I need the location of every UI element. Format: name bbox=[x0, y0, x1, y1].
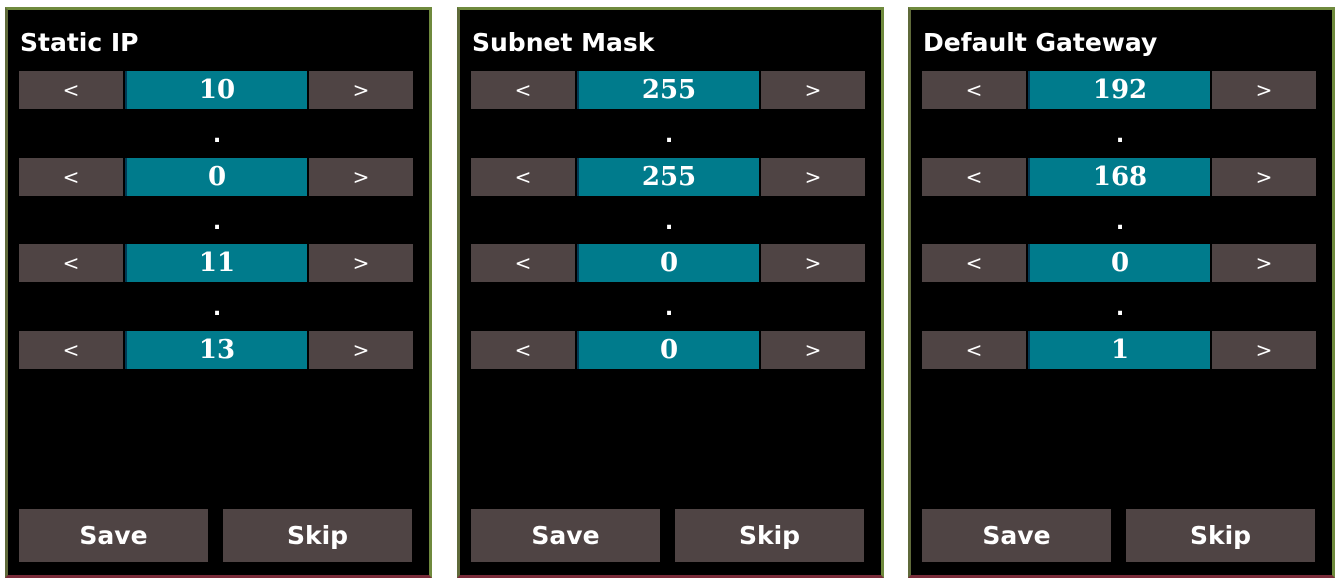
increment-button[interactable]: > bbox=[309, 331, 413, 369]
octet-row-2: < 168 > bbox=[922, 158, 1318, 196]
octet-row-2: < 255 > bbox=[471, 158, 867, 196]
octet-value: 1 bbox=[1028, 331, 1210, 369]
decrement-button[interactable]: < bbox=[471, 331, 575, 369]
octet-value: 11 bbox=[125, 244, 307, 282]
save-button[interactable]: Save bbox=[19, 509, 208, 562]
save-button[interactable]: Save bbox=[471, 509, 660, 562]
increment-button[interactable]: > bbox=[1212, 244, 1316, 282]
octet-row-4: < 1 > bbox=[922, 331, 1318, 369]
octet-value: 0 bbox=[125, 158, 307, 196]
panel-title: Subnet Mask bbox=[472, 28, 655, 57]
increment-button[interactable]: > bbox=[761, 331, 865, 369]
octet-row-3: < 0 > bbox=[471, 244, 867, 282]
octet-row-4: < 13 > bbox=[19, 331, 415, 369]
increment-button[interactable]: > bbox=[761, 158, 865, 196]
static-ip-panel: Static IP < 10 > . < 0 > . < 11 > . < 13… bbox=[5, 7, 432, 578]
increment-button[interactable]: > bbox=[309, 244, 413, 282]
increment-button[interactable]: > bbox=[309, 71, 413, 109]
decrement-button[interactable]: < bbox=[471, 158, 575, 196]
octet-separator: . bbox=[664, 210, 674, 235]
decrement-button[interactable]: < bbox=[922, 71, 1026, 109]
octet-separator: . bbox=[212, 210, 222, 235]
increment-button[interactable]: > bbox=[309, 158, 413, 196]
octet-value: 255 bbox=[577, 71, 759, 109]
panel-title: Static IP bbox=[20, 28, 139, 57]
octet-separator: . bbox=[664, 296, 674, 321]
subnet-mask-panel: Subnet Mask < 255 > . < 255 > . < 0 > . … bbox=[457, 7, 884, 578]
increment-button[interactable]: > bbox=[1212, 331, 1316, 369]
increment-button[interactable]: > bbox=[761, 244, 865, 282]
octet-separator: . bbox=[212, 123, 222, 148]
octet-separator: . bbox=[1115, 296, 1125, 321]
increment-button[interactable]: > bbox=[1212, 71, 1316, 109]
increment-button[interactable]: > bbox=[1212, 158, 1316, 196]
save-button[interactable]: Save bbox=[922, 509, 1111, 562]
increment-button[interactable]: > bbox=[761, 71, 865, 109]
decrement-button[interactable]: < bbox=[19, 331, 123, 369]
decrement-button[interactable]: < bbox=[922, 331, 1026, 369]
octet-row-3: < 0 > bbox=[922, 244, 1318, 282]
octet-row-2: < 0 > bbox=[19, 158, 415, 196]
octet-row-4: < 0 > bbox=[471, 331, 867, 369]
decrement-button[interactable]: < bbox=[471, 244, 575, 282]
skip-button[interactable]: Skip bbox=[223, 509, 412, 562]
decrement-button[interactable]: < bbox=[471, 71, 575, 109]
octet-separator: . bbox=[664, 123, 674, 148]
octet-value: 255 bbox=[577, 158, 759, 196]
octet-value: 192 bbox=[1028, 71, 1210, 109]
octet-value: 168 bbox=[1028, 158, 1210, 196]
octet-row-3: < 11 > bbox=[19, 244, 415, 282]
decrement-button[interactable]: < bbox=[19, 158, 123, 196]
decrement-button[interactable]: < bbox=[922, 244, 1026, 282]
skip-button[interactable]: Skip bbox=[675, 509, 864, 562]
octet-value: 13 bbox=[125, 331, 307, 369]
octet-separator: . bbox=[212, 296, 222, 321]
decrement-button[interactable]: < bbox=[19, 71, 123, 109]
octet-value: 0 bbox=[1028, 244, 1210, 282]
octet-value: 0 bbox=[577, 331, 759, 369]
decrement-button[interactable]: < bbox=[922, 158, 1026, 196]
octet-value: 0 bbox=[577, 244, 759, 282]
panel-title: Default Gateway bbox=[923, 28, 1158, 57]
octet-row-1: < 10 > bbox=[19, 71, 415, 109]
octet-row-1: < 192 > bbox=[922, 71, 1318, 109]
octet-separator: . bbox=[1115, 210, 1125, 235]
decrement-button[interactable]: < bbox=[19, 244, 123, 282]
default-gateway-panel: Default Gateway < 192 > . < 168 > . < 0 … bbox=[908, 7, 1335, 578]
skip-button[interactable]: Skip bbox=[1126, 509, 1315, 562]
octet-separator: . bbox=[1115, 123, 1125, 148]
octet-value: 10 bbox=[125, 71, 307, 109]
octet-row-1: < 255 > bbox=[471, 71, 867, 109]
